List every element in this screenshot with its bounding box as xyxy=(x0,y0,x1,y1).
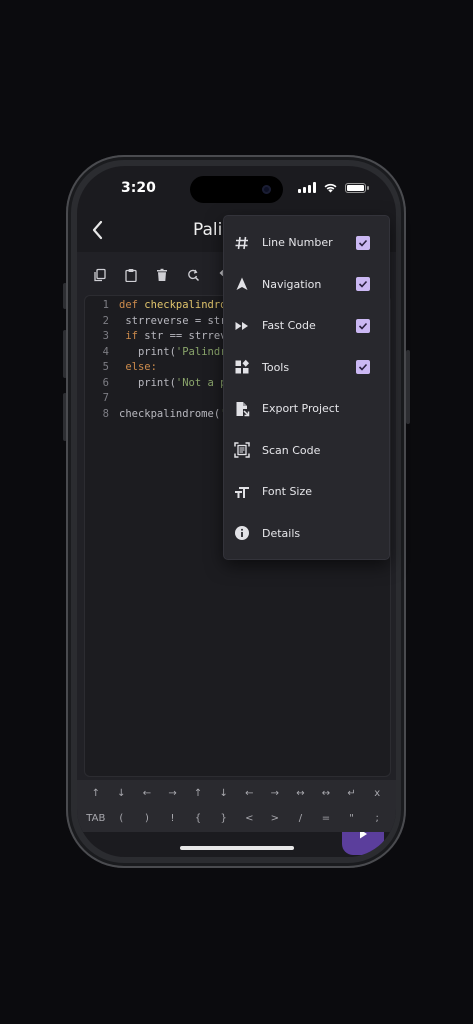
key-button[interactable]: < xyxy=(236,813,262,824)
code-token: print( xyxy=(119,376,176,389)
wifi-icon xyxy=(324,183,337,193)
code-token: checkpalindrome( xyxy=(119,407,221,420)
info-icon xyxy=(233,525,250,542)
menu-item-label: Font Size xyxy=(262,485,313,498)
line-number: 6 xyxy=(102,376,109,389)
code-token: if xyxy=(119,330,145,342)
menu-item-label: Navigation xyxy=(262,277,322,291)
key-button[interactable]: ↓ xyxy=(109,788,135,799)
copy-icon[interactable] xyxy=(89,264,111,286)
key-button[interactable]: ) xyxy=(134,813,160,824)
key-button[interactable]: ← xyxy=(236,788,262,799)
key-button[interactable]: ↔ xyxy=(313,788,339,799)
key-button[interactable]: ↔ xyxy=(288,788,314,799)
fast-forward-icon xyxy=(233,317,250,334)
checkbox-checked[interactable] xyxy=(356,360,370,374)
code-token: else: xyxy=(119,361,157,373)
line-number: 4 xyxy=(102,345,109,358)
code-line[interactable]: 5 else: xyxy=(85,361,157,377)
key-button[interactable]: ↵ xyxy=(339,788,365,799)
status-icons xyxy=(298,182,369,193)
key-button[interactable]: ↑ xyxy=(83,788,109,799)
key-button[interactable]: → xyxy=(262,788,288,799)
battery-icon xyxy=(345,182,369,193)
back-arrow-icon[interactable] xyxy=(89,218,107,242)
menu-item-font-size[interactable]: Font Size xyxy=(224,471,389,512)
menu-item-label: Scan Code xyxy=(262,443,321,457)
scan-document-icon xyxy=(233,442,250,459)
menu-item-label: Export Project xyxy=(262,402,340,415)
key-button[interactable]: = xyxy=(313,813,339,824)
options-menu: Line Number Navigation Fast Code Tools Expor… xyxy=(224,216,389,559)
code-line[interactable]: 1 def checkpalindrome xyxy=(85,299,239,315)
code-line[interactable]: 8checkpalindrome('M xyxy=(85,408,233,424)
arrow-keys-row: ↑ ↓ ← → ↑ ↓ ← → ↔ ↔ ↵ x xyxy=(83,788,390,799)
status-time: 3:20 xyxy=(121,180,156,196)
line-number: 3 xyxy=(102,330,109,342)
find-replace-icon[interactable] xyxy=(182,264,204,286)
line-number: 2 xyxy=(102,314,109,327)
dynamic-island xyxy=(190,176,283,203)
checkbox-checked[interactable] xyxy=(356,235,370,250)
menu-item-scan-code[interactable]: Scan Code xyxy=(224,430,389,471)
home-indicator[interactable] xyxy=(180,846,294,850)
editor-toolbar xyxy=(89,264,235,286)
export-file-icon xyxy=(233,400,250,417)
key-button[interactable]: ( xyxy=(109,813,135,824)
key-button[interactable]: ↑ xyxy=(185,788,211,799)
checkbox-checked[interactable] xyxy=(356,277,370,291)
key-button[interactable]: } xyxy=(211,813,237,824)
camera-icon xyxy=(262,185,271,194)
power-button xyxy=(406,350,410,424)
font-size-icon xyxy=(233,483,250,500)
line-number: 1 xyxy=(102,299,109,311)
key-button[interactable]: x xyxy=(364,788,390,799)
key-button[interactable]: ! xyxy=(160,813,186,824)
line-number: 5 xyxy=(102,361,109,373)
navigation-arrow-icon xyxy=(233,276,250,293)
menu-item-label: Line Number xyxy=(262,236,333,249)
cellular-signal-icon xyxy=(298,182,316,193)
paste-icon[interactable] xyxy=(120,264,142,286)
code-line[interactable]: 7 xyxy=(85,392,119,408)
menu-item-export-project[interactable]: Export Project xyxy=(224,388,389,429)
key-button[interactable]: / xyxy=(288,813,314,824)
checkbox-checked[interactable] xyxy=(356,318,370,333)
menu-item-fast-code[interactable]: Fast Code xyxy=(224,305,389,346)
menu-item-tools[interactable]: Tools xyxy=(224,347,389,388)
menu-item-details[interactable]: Details xyxy=(224,513,389,554)
widgets-icon xyxy=(233,359,250,376)
key-button[interactable]: ↓ xyxy=(211,788,237,799)
key-button[interactable]: { xyxy=(185,813,211,824)
key-button[interactable]: ; xyxy=(364,813,390,824)
line-number: 8 xyxy=(102,407,109,420)
delete-icon[interactable] xyxy=(151,264,173,286)
menu-item-line-number[interactable]: Line Number xyxy=(224,222,389,263)
key-button[interactable]: " xyxy=(339,813,365,824)
menu-item-navigation[interactable]: Navigation xyxy=(224,264,389,305)
line-number: 7 xyxy=(102,392,109,404)
menu-item-label: Tools xyxy=(262,360,290,374)
key-button[interactable]: TAB xyxy=(83,813,109,824)
menu-item-label: Fast Code xyxy=(262,319,316,332)
symbol-keyboard-bar: ↑ ↓ ← → ↑ ↓ ← → ↔ ↔ ↵ x TAB()!{} < > / = "; xyxy=(77,780,396,832)
code-token: print( xyxy=(119,345,176,358)
key-button[interactable]: ← xyxy=(134,788,160,799)
hash-icon xyxy=(233,234,250,251)
key-button[interactable]: > xyxy=(262,813,288,824)
code-token: def xyxy=(119,299,145,311)
key-button[interactable]: → xyxy=(160,788,186,799)
symbol-keys-row: TAB()!{} < > / = "; xyxy=(83,813,390,824)
menu-item-label: Details xyxy=(262,526,301,540)
